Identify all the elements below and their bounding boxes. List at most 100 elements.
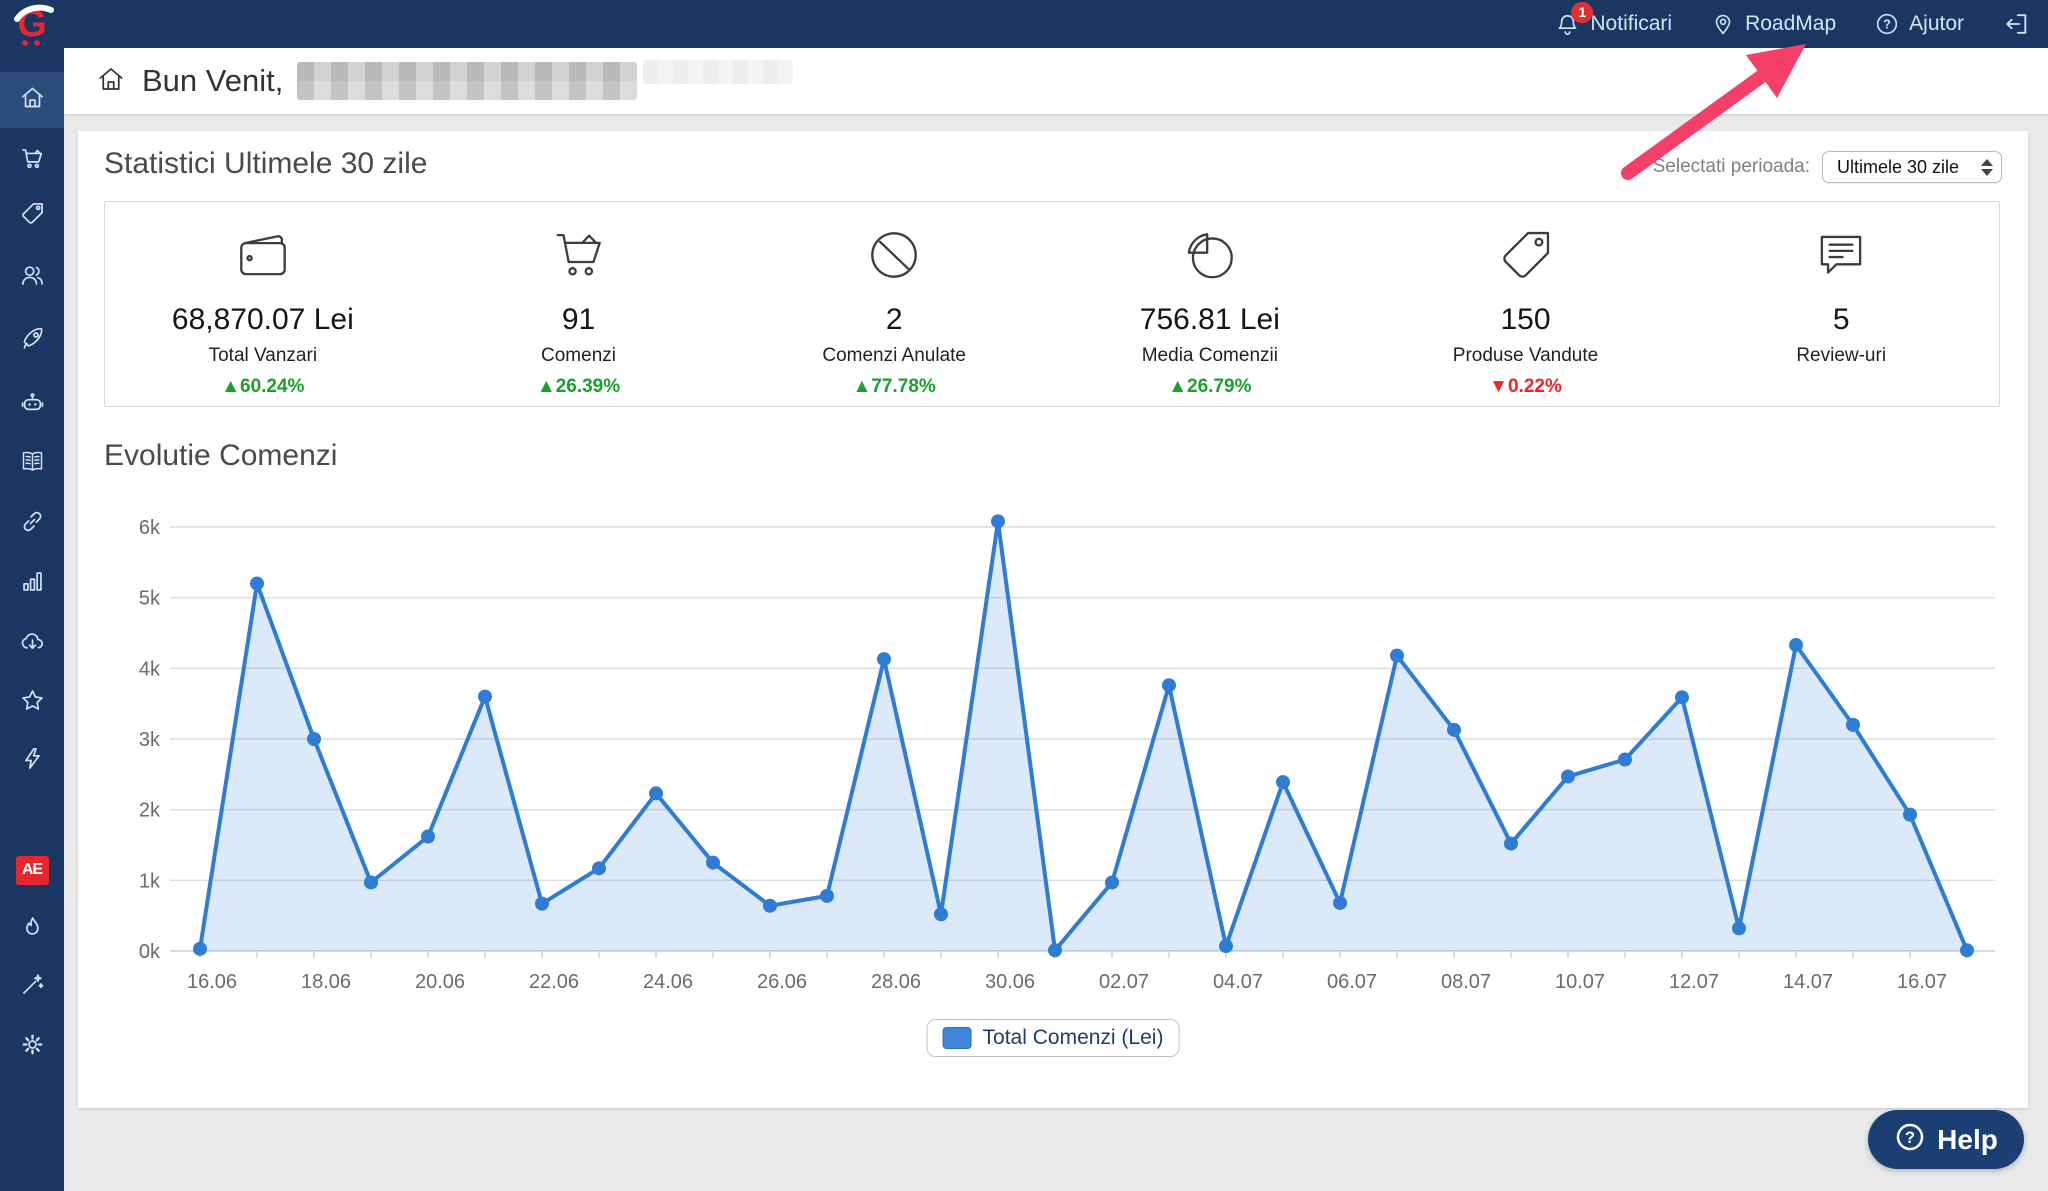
svg-text:24.06: 24.06 [643, 971, 693, 993]
stat-label: Total Vanzari [208, 345, 318, 366]
help-floating-button[interactable]: ? Help [1868, 1110, 2024, 1169]
logout-button[interactable] [2002, 10, 2030, 38]
stat-value: 68,870.07 Lei [171, 303, 354, 336]
top-navigation-bar: 1 Notificari RoadMap ? Ajutor [0, 0, 2048, 48]
svg-text:30.06: 30.06 [985, 971, 1035, 993]
ban-icon [863, 224, 925, 291]
sidebar-item-aliexpress[interactable]: AE [0, 842, 64, 898]
stat-value: 5 [1832, 303, 1850, 336]
stat-card-total-sales: 68,870.07 Lei Total Vanzari ▲60.24% [105, 202, 421, 406]
stat-value: 2 [885, 303, 903, 336]
pie-chart-icon [1179, 224, 1241, 291]
stat-value: 150 [1500, 303, 1551, 336]
welcome-text: Bun Venit, [142, 63, 284, 98]
svg-text:5k: 5k [139, 588, 161, 610]
svg-text:22.06: 22.06 [529, 971, 579, 993]
sidebar-item-hot-products[interactable] [0, 902, 64, 958]
chart-legend[interactable]: Total Comenzi (Lei) [926, 1019, 1180, 1057]
stat-card-average-order: 756.81 Lei Media Comenzii ▲26.79% [1052, 202, 1368, 406]
sidebar-item-blog[interactable] [0, 436, 64, 492]
period-select-dropdown[interactable]: Ultimele 30 zile [1822, 151, 2002, 183]
sidebar-item-import[interactable] [0, 616, 64, 672]
svg-text:08.07: 08.07 [1441, 971, 1491, 993]
rocket-icon [19, 325, 46, 357]
stat-delta: ▲26.39% [536, 376, 621, 397]
wallet-icon [232, 224, 294, 291]
robot-icon [19, 390, 46, 422]
sidebar-item-products[interactable] [0, 188, 64, 244]
up-arrow-icon: ▲ [536, 376, 556, 397]
star-icon [19, 687, 46, 719]
sidebar-item-reviews[interactable] [0, 675, 64, 731]
help-menu-item[interactable]: ? Ajutor [1874, 11, 1964, 37]
stat-delta: ▲26.79% [1168, 376, 1252, 397]
sidebar-item-orders[interactable] [0, 133, 64, 189]
ajutor-label: Ajutor [1909, 12, 1964, 35]
cloud-download-icon [19, 628, 46, 660]
tag-icon [19, 200, 46, 232]
svg-text:?: ? [1883, 18, 1891, 32]
notification-count-badge: 1 [1571, 1, 1594, 23]
select-arrows-icon [1981, 158, 1993, 176]
lightning-icon [19, 745, 46, 777]
link-icon [19, 508, 46, 540]
question-circle-icon: ? [1874, 11, 1900, 37]
sidebar-item-settings[interactable] [0, 1019, 64, 1075]
comment-icon [1810, 224, 1872, 291]
svg-text:1k: 1k [139, 870, 161, 892]
chart-section-title: Evolutie Comenzi [104, 439, 338, 472]
notifications-menu-item[interactable]: 1 Notificari [1554, 1, 1673, 38]
svg-text:10.07: 10.07 [1555, 971, 1605, 993]
svg-text:20.06: 20.06 [415, 971, 465, 993]
dashboard-panel: Statistici Ultimele 30 zile Selectati pe… [78, 131, 2028, 1108]
stat-delta: ▼0.22% [1489, 376, 1562, 397]
sidebar-item-chatbot[interactable] [0, 378, 64, 434]
stat-label: Produse Vandute [1452, 345, 1599, 366]
svg-text:16.07: 16.07 [1897, 971, 1947, 993]
svg-text:12.07: 12.07 [1669, 971, 1719, 993]
roadmap-menu-item[interactable]: RoadMap [1710, 11, 1836, 37]
svg-text:6k: 6k [139, 517, 161, 539]
welcome-header: Bun Venit, [64, 48, 2048, 114]
period-select-value: Ultimele 30 zile [1837, 156, 1960, 177]
help-button-label: Help [1937, 1123, 1998, 1155]
home-icon [19, 84, 46, 116]
stat-label: Comenzi Anulate [822, 345, 966, 366]
sidebar-item-links[interactable] [0, 496, 64, 552]
stat-card-cancelled-orders: 2 Comenzi Anulate ▲77.78% [736, 202, 1052, 406]
bar-chart-icon [19, 568, 46, 600]
svg-text:16.06: 16.06 [187, 971, 237, 993]
sidebar-item-wizard[interactable] [0, 959, 64, 1015]
notifications-label: Notificari [1590, 12, 1673, 35]
magic-wand-icon [19, 971, 46, 1003]
sidebar-item-automation[interactable] [0, 733, 64, 789]
bell-icon[interactable]: 1 [1554, 1, 1594, 38]
gear-icon [19, 1031, 46, 1063]
stat-label: Media Comenzii [1141, 345, 1278, 366]
redacted-username-tail [643, 60, 794, 84]
tag-icon [1495, 224, 1557, 291]
gomag-logo[interactable]: G [9, 3, 55, 47]
stat-delta: ▲60.24% [221, 376, 305, 397]
up-arrow-icon: ▲ [1168, 376, 1188, 397]
stats-cards-container: 68,870.07 Lei Total Vanzari ▲60.24% 91 C… [104, 201, 2000, 407]
down-arrow-icon: ▼ [1489, 376, 1508, 397]
sidebar-item-marketing[interactable] [0, 313, 64, 369]
cart-icon [548, 224, 610, 291]
aliexpress-badge: AE [15, 855, 49, 885]
cart-icon [19, 145, 46, 177]
sidebar-item-customers[interactable] [0, 250, 64, 306]
stat-label: Comenzi [541, 345, 616, 366]
svg-text:06.07: 06.07 [1327, 971, 1377, 993]
stat-card-orders: 91 Comenzi ▲26.39% [421, 202, 737, 406]
svg-text:04.07: 04.07 [1213, 971, 1263, 993]
roadmap-label: RoadMap [1745, 12, 1837, 35]
svg-text:26.06: 26.06 [757, 971, 807, 993]
svg-text:?: ? [1905, 1128, 1915, 1147]
svg-text:14.07: 14.07 [1783, 971, 1833, 993]
orders-evolution-chart[interactable]: 0k 1k 2k 3k 4k 5k 6k 16.06 18.06 20.06 22.06 24.06 2… [90, 496, 2010, 1006]
stat-value: 91 [561, 303, 596, 336]
stat-label: Review-uri [1796, 345, 1887, 366]
sidebar-item-reports[interactable] [0, 556, 64, 612]
sidebar-item-home[interactable] [0, 72, 64, 128]
